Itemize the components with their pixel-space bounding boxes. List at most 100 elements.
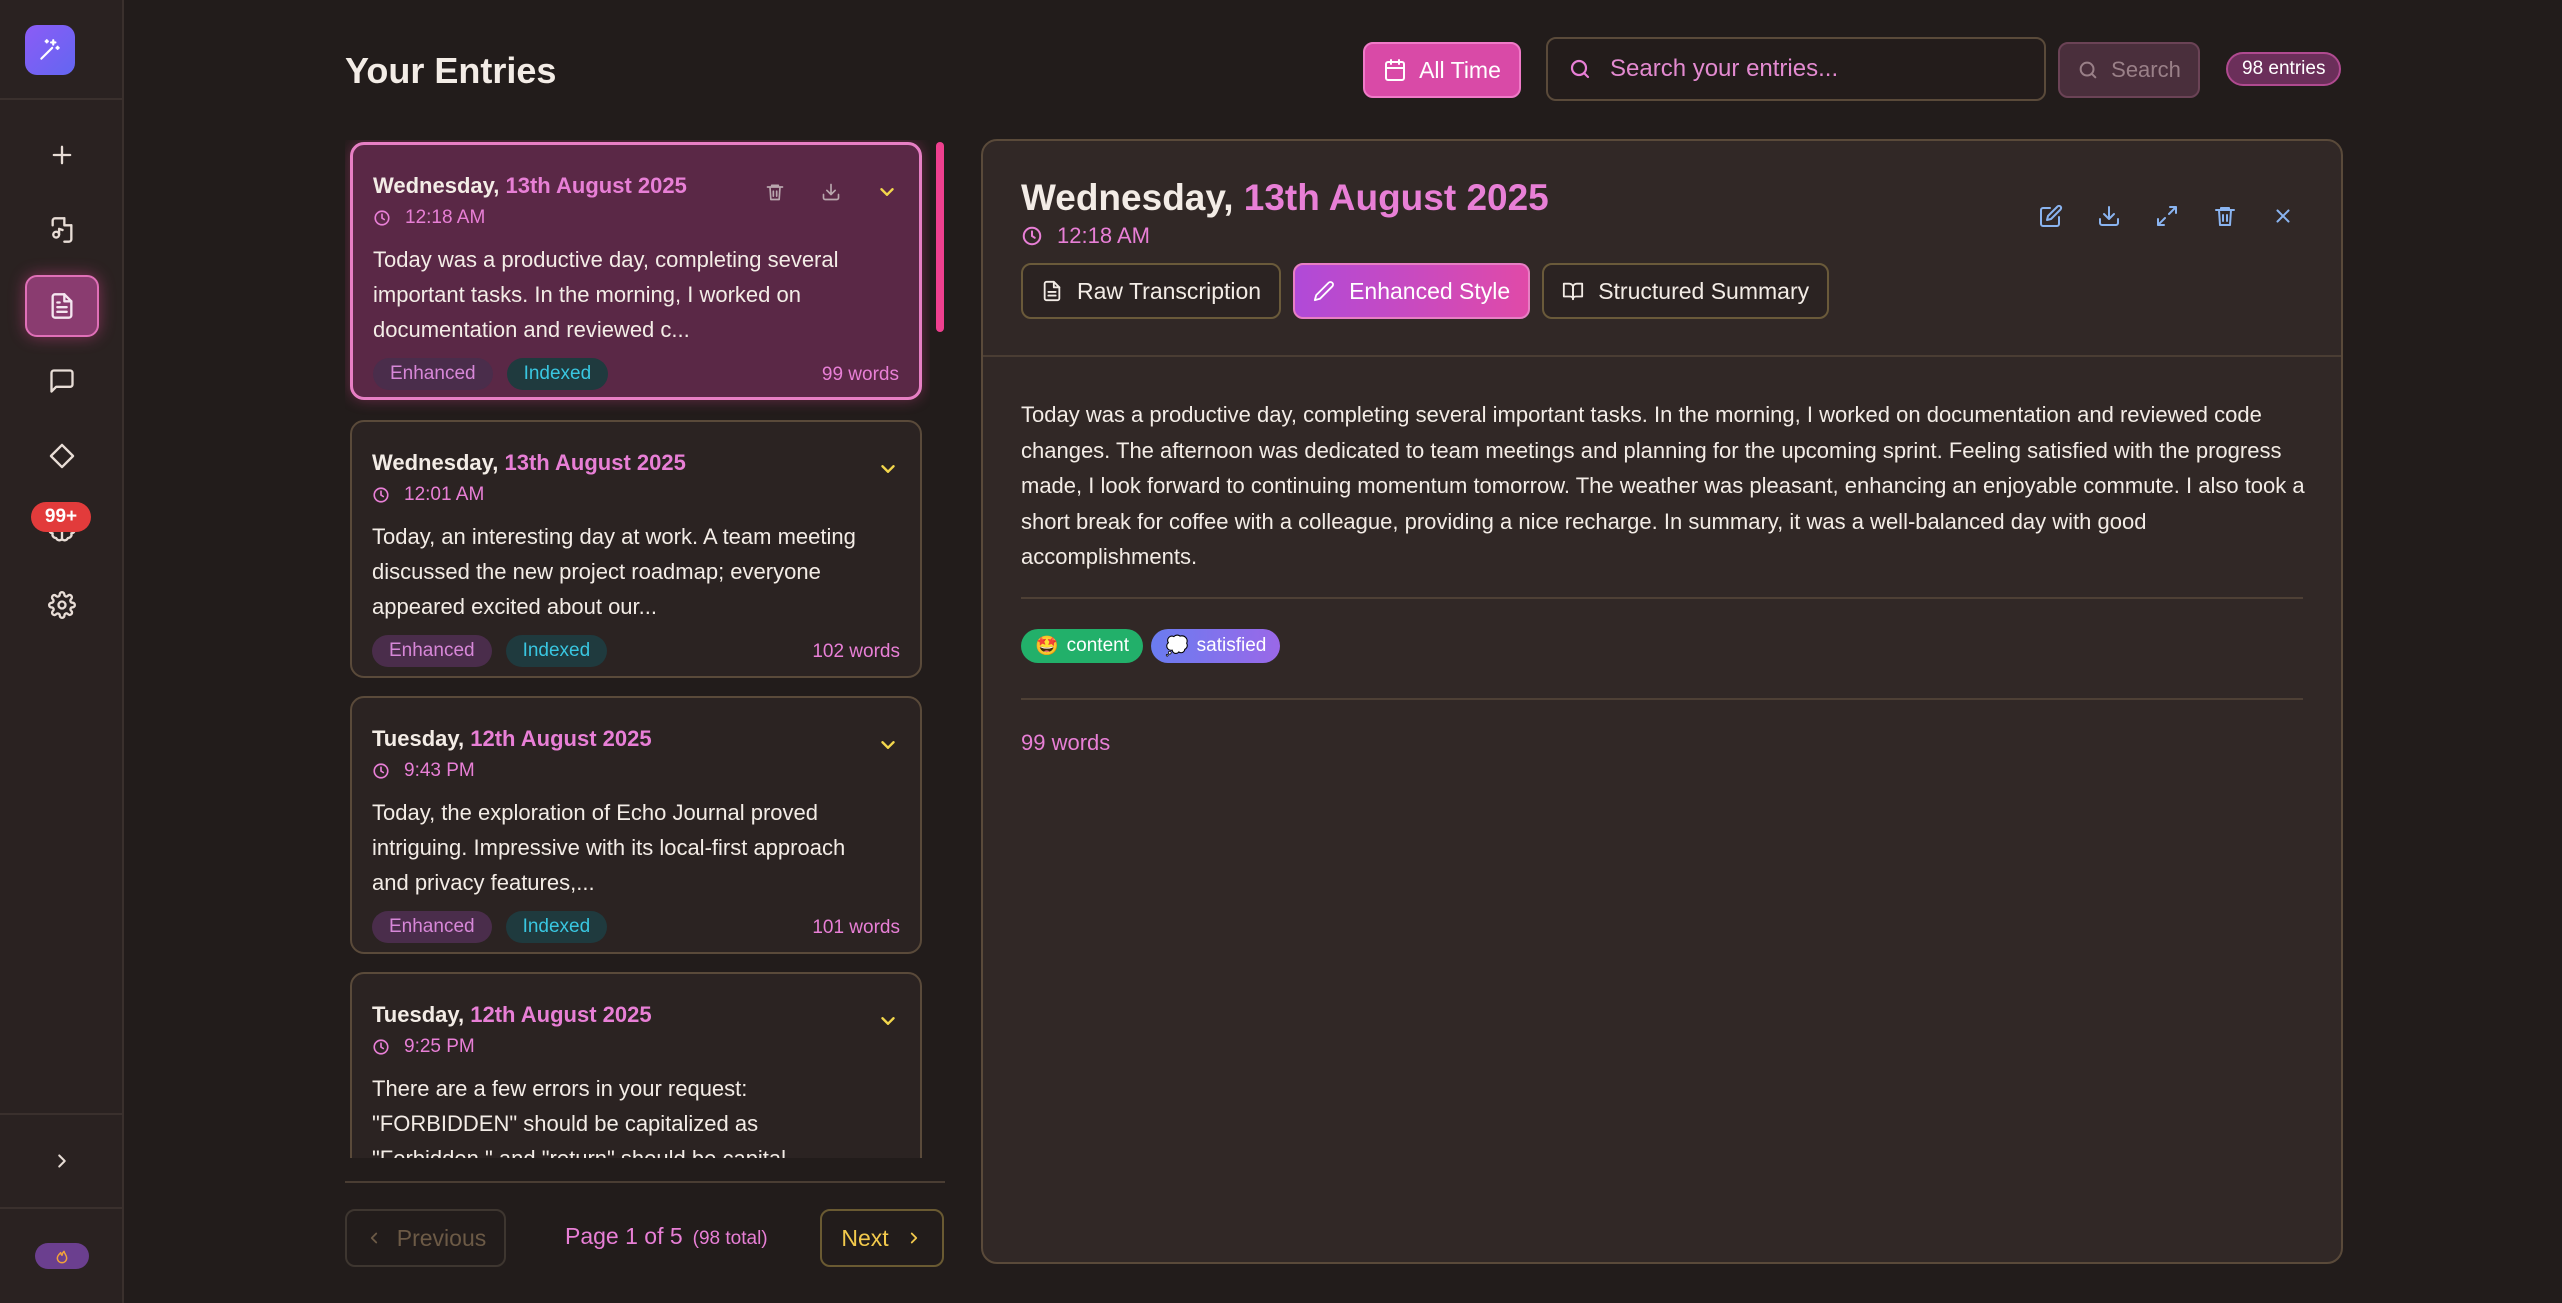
date-filter-label: All Time (1419, 56, 1501, 83)
flame-icon (54, 1248, 70, 1264)
search-input[interactable] (1610, 55, 2030, 83)
entry-card[interactable]: Wednesday, 13th August 2025 12:01 AM Tod… (350, 420, 922, 678)
sidebar-item-new-entry[interactable] (25, 124, 99, 186)
search-button[interactable]: Search (2058, 42, 2200, 98)
detail-header-divider (983, 355, 2341, 357)
entry-date-text: 13th August 2025 (505, 173, 687, 198)
entry-preview: Today, an interesting day at work. A tea… (372, 524, 856, 619)
chat-bubble-icon (48, 367, 76, 395)
tab-structured-summary[interactable]: Structured Summary (1542, 263, 1830, 319)
mood-label: satisfied (1196, 635, 1267, 656)
entry-card[interactable]: Tuesday, 12th August 2025 9:25 PM There … (350, 972, 922, 1158)
close-icon[interactable] (2270, 203, 2296, 229)
detail-actions (2038, 203, 2296, 229)
sidebar-item-tags[interactable] (25, 425, 99, 487)
expand-icon[interactable] (2154, 203, 2180, 229)
chevron-down-icon[interactable] (875, 180, 899, 204)
entry-tags: Enhanced Indexed (372, 911, 608, 943)
insights-badge: 99+ (31, 502, 91, 532)
page-number: Page 1 of 5 (565, 1223, 683, 1249)
trash-icon[interactable] (763, 180, 787, 204)
tab-label: Raw Transcription (1077, 277, 1262, 304)
entry-time-text: 9:25 PM (404, 1036, 475, 1057)
entry-time-text: 12:18 AM (405, 207, 486, 228)
page-indicator: Page 1 of 5 (98 total) (565, 1223, 768, 1250)
entry-word-count: 102 words (812, 641, 900, 662)
download-icon[interactable] (819, 180, 843, 204)
entry-list[interactable]: Wednesday, 13th August 2025 12:18 AM Tod… (345, 140, 930, 1158)
chevron-down-icon[interactable] (876, 733, 900, 757)
entry-card[interactable]: Wednesday, 13th August 2025 12:18 AM Tod… (350, 142, 922, 400)
entry-time-text: 12:01 AM (404, 484, 485, 505)
previous-page-button[interactable]: Previous (345, 1209, 506, 1267)
entry-date: Wednesday, 13th August 2025 (373, 173, 687, 199)
tab-label: Structured Summary (1598, 277, 1810, 304)
mood-tag-content[interactable]: 🤩 content (1021, 629, 1143, 663)
detail-time-text: 12:18 AM (1057, 223, 1150, 248)
tab-enhanced-style[interactable]: Enhanced Style (1293, 263, 1531, 319)
search-field[interactable] (1546, 37, 2046, 101)
date-filter-button[interactable]: All Time (1363, 42, 1521, 98)
calendar-icon (1383, 58, 1407, 82)
tab-raw-transcription[interactable]: Raw Transcription (1021, 263, 1282, 319)
sidebar-item-entries[interactable] (25, 275, 99, 337)
entry-weekday: Wednesday, (373, 173, 500, 198)
entry-preview: Today, the exploration of Echo Journal p… (372, 800, 846, 895)
mood-emoji: 🤩 (1035, 636, 1059, 657)
trash-icon[interactable] (2212, 203, 2238, 229)
entry-time: 9:43 PM (372, 760, 475, 782)
indexed-tag: Indexed (506, 358, 609, 390)
clock-icon (373, 209, 391, 227)
document-icon (48, 292, 76, 320)
mood-tag-satisfied[interactable]: 💭 satisfied (1151, 629, 1281, 663)
clock-icon (372, 1038, 390, 1056)
entry-time: 9:25 PM (372, 1036, 475, 1058)
mood-tags: 🤩 content 💭 satisfied (1021, 629, 1281, 663)
detail-word-count: 99 words (1021, 730, 1111, 755)
detail-weekday: Wednesday, (1021, 177, 1234, 218)
entry-time: 12:18 AM (373, 207, 485, 229)
entry-date: Tuesday, 12th August 2025 (372, 726, 652, 752)
sidebar-divider (0, 1207, 124, 1209)
sidebar-item-chat[interactable] (25, 350, 99, 412)
detail-time: 12:18 AM (1021, 223, 1150, 249)
previous-label: Previous (396, 1224, 487, 1251)
gear-icon (48, 591, 76, 619)
detail-tabs: Raw Transcription Enhanced Style Structu… (1021, 263, 1830, 319)
sidebar-item-settings[interactable] (25, 574, 99, 636)
file-text-icon (1041, 280, 1063, 302)
edit-icon[interactable] (2038, 203, 2064, 229)
enhanced-tag: Enhanced (373, 358, 493, 390)
entry-preview: Today was a productive day, completing s… (373, 247, 839, 342)
next-label: Next (841, 1224, 889, 1251)
next-page-button[interactable]: Next (820, 1209, 944, 1267)
download-icon[interactable] (2096, 203, 2122, 229)
entries-count-badge: 98 entries (2226, 52, 2342, 86)
streak-badge[interactable] (35, 1243, 89, 1269)
chevron-down-icon[interactable] (876, 1009, 900, 1033)
entry-weekday: Tuesday, (372, 726, 465, 751)
app-logo[interactable] (25, 25, 75, 75)
entry-date-text: 12th August 2025 (470, 726, 652, 751)
entry-actions (876, 457, 900, 481)
entry-time: 12:01 AM (372, 484, 484, 506)
sparkles-icon (37, 37, 63, 63)
entry-weekday: Tuesday, (372, 1002, 465, 1027)
tab-label: Enhanced Style (1349, 277, 1511, 304)
page-title: Your Entries (345, 50, 557, 91)
sidebar-expand-button[interactable] (25, 1130, 99, 1192)
mood-label: content (1066, 635, 1129, 656)
search-icon (2077, 59, 2099, 81)
sidebar-item-import-audio[interactable] (25, 199, 99, 261)
chevron-down-icon[interactable] (876, 457, 900, 481)
sidebar-divider (0, 1113, 124, 1115)
detail-date-text: 13th August 2025 (1243, 177, 1549, 218)
entry-date-text: 13th August 2025 (504, 450, 686, 475)
book-open-icon (1562, 280, 1584, 302)
file-audio-icon (48, 216, 76, 244)
clock-icon (372, 486, 390, 504)
entry-card[interactable]: Tuesday, 12th August 2025 9:43 PM Today,… (350, 696, 922, 954)
entry-list-scrollbar[interactable] (936, 142, 944, 332)
indexed-tag: Indexed (505, 635, 608, 667)
enhanced-tag: Enhanced (372, 911, 492, 943)
